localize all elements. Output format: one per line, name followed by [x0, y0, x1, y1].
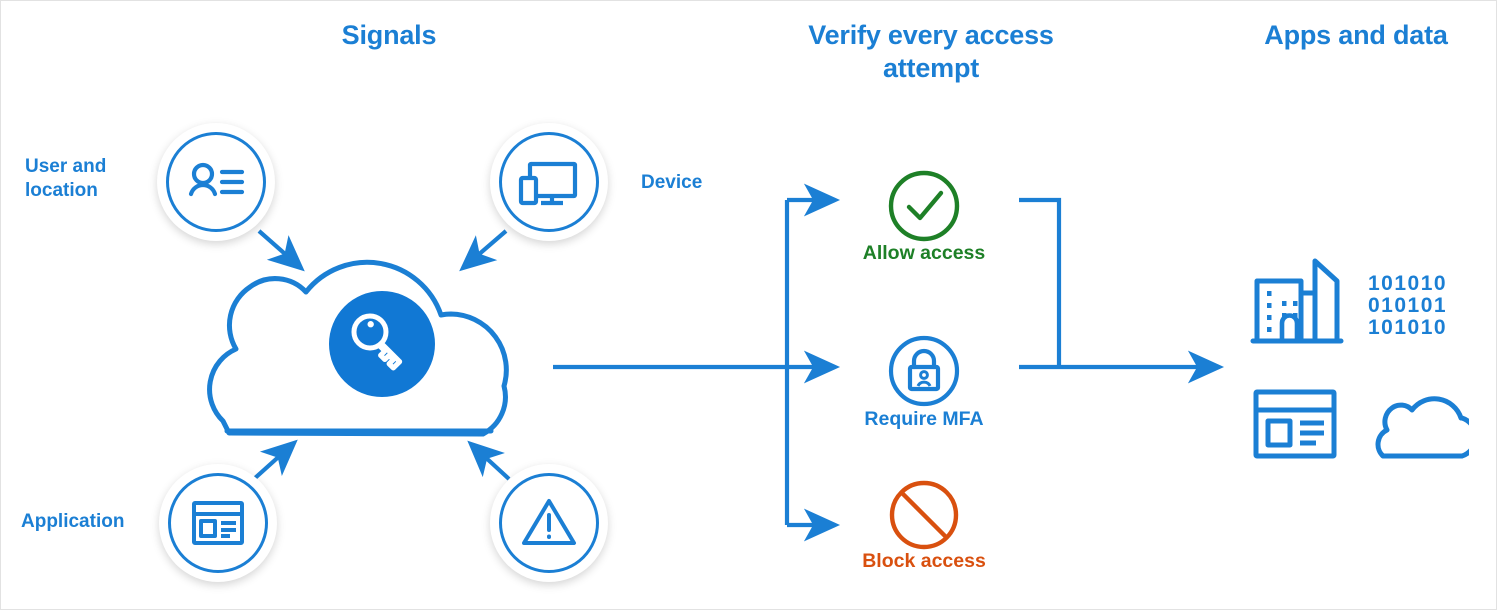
binary-line-2: 010101	[1368, 294, 1448, 317]
decision-block-text: Block access	[862, 550, 986, 572]
binary-data-icon: 101010 010101 101010	[1368, 273, 1447, 339]
decision-label-require-mfa: Require MFA	[804, 407, 1044, 431]
building-icon	[1250, 258, 1344, 344]
app-window-icon	[1253, 389, 1337, 459]
decision-label-block-access: Block access	[804, 549, 1044, 573]
decision-mfa-text: Require MFA	[864, 408, 984, 430]
block-circle-icon	[889, 480, 959, 550]
cloud-outline-icon	[1375, 396, 1469, 459]
decision-allow-text: Allow access	[862, 242, 986, 264]
decision-label-allow-access: Allow access	[804, 241, 1044, 265]
lock-person-icon	[888, 335, 960, 407]
binary-line-1: 101010	[1368, 272, 1448, 295]
key-icon	[351, 313, 403, 371]
binary-line-3: 101010	[1368, 316, 1448, 339]
zero-trust-diagram: Signals Verify every access attempt Apps…	[0, 0, 1497, 610]
key-badge[interactable]	[329, 291, 435, 397]
check-circle-icon	[888, 170, 960, 242]
